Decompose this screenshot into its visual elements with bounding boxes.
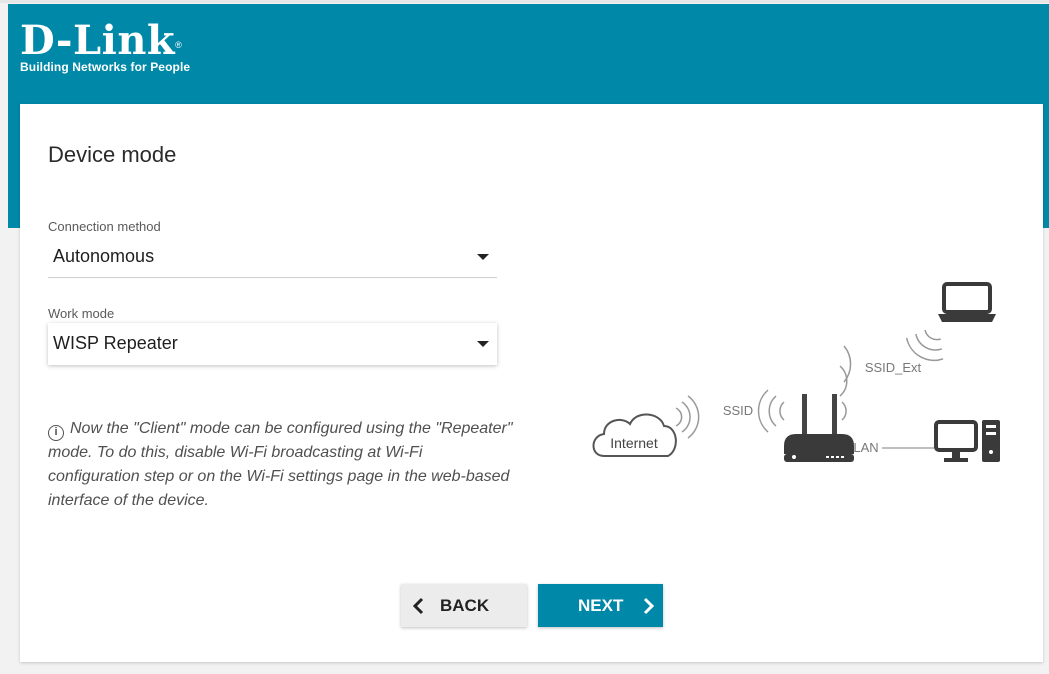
chevron-left-icon [412,597,424,615]
next-button[interactable]: NEXT [538,584,663,627]
router-signal-right-icon [839,345,852,421]
connection-method-value: Autonomous [53,246,155,266]
work-mode-value: WISP Repeater [53,333,178,353]
ssid-ext-label: SSID_Ext [865,360,922,375]
page-title: Device mode [48,142,177,167]
work-mode-select[interactable]: WISP Repeater [48,323,497,365]
lan-label: LAN [853,440,878,455]
router-signal-left-icon [757,389,785,433]
window-top-edge [0,0,1049,3]
logo-brand: D-Link [20,17,176,64]
back-button[interactable]: BACK [401,584,527,627]
next-button-label: NEXT [578,596,624,615]
info-icon: i [48,425,64,441]
cloud-signal-icon [675,395,700,439]
dlink-logo[interactable]: D-Link® Building Networks for People [20,17,191,75]
chevron-right-icon [643,597,655,615]
logo-tagline: Building Networks for People [20,60,191,74]
info-text: Now the "Client" mode can be configured … [48,420,513,509]
laptop-icon [938,282,996,322]
ssid-label: SSID [723,403,753,418]
connection-method-label: Connection method [48,219,161,234]
connection-method-select[interactable]: Autonomous [48,236,497,278]
logo-registered-mark: ® [175,40,183,50]
dropdown-arrow-icon [477,341,489,347]
network-diagram: Internet SSID LAN SSID_Ext [592,282,1000,462]
desktop-computer-icon [934,420,1000,462]
dropdown-arrow-icon [477,254,489,260]
back-button-label: BACK [440,596,490,615]
device-mode-card: Device mode Connection method Autonomous… [20,104,1043,662]
info-note: i Now the "Client" mode can be configured… [48,417,518,513]
work-mode-label: Work mode [48,306,115,321]
internet-label: Internet [610,435,658,451]
